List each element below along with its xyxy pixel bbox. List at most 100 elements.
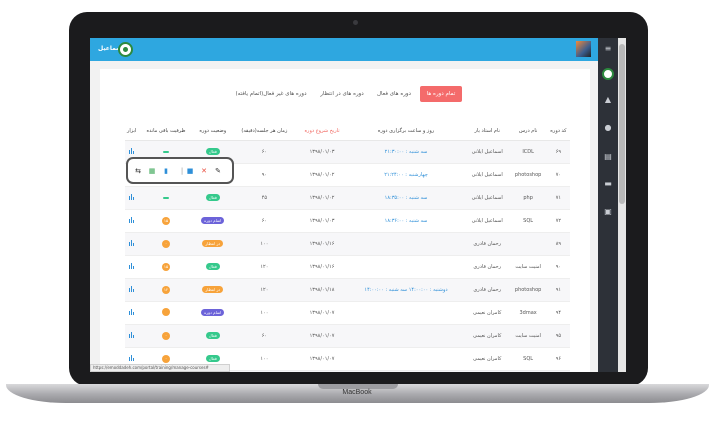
cell-duration: ۱۲۰ (231, 255, 298, 279)
cell-capacity: ۱۲ (138, 278, 194, 302)
cell-tools (125, 232, 139, 256)
cell-tools (125, 186, 139, 210)
cell-teacher: اسماعیل ایلانی (465, 209, 510, 233)
col-status: وضعیت دوره (193, 123, 232, 141)
cell-teacher: اسماعیل ایلانی (465, 140, 510, 164)
cell-course: php (509, 370, 547, 372)
sidebar-logo-icon[interactable] (602, 68, 614, 80)
graduation-cap-icon[interactable]: ▲ (602, 94, 614, 106)
cell-duration: ۱۰۰ (231, 347, 298, 371)
cell-teacher: رحمان قادری (465, 278, 510, 302)
capacity-badge: ۱۵ (162, 216, 171, 225)
cell-duration: ۱۰۰ (231, 370, 298, 372)
scrollbar[interactable] (618, 38, 626, 372)
cell-code: ۷۲ (546, 209, 570, 233)
col-tools: ابزار (125, 123, 139, 141)
camera (353, 20, 358, 25)
separator: | (180, 167, 184, 175)
cell-tools (125, 278, 139, 302)
cell-teacher: رحمان قادری (465, 232, 510, 256)
cell-capacity: ۰ (138, 324, 194, 348)
status-badge: اتمام دوره (201, 309, 225, 316)
chart-icon[interactable] (128, 147, 135, 154)
chart-icon[interactable] (128, 193, 135, 200)
menu-icon[interactable]: ≡ (602, 43, 614, 55)
cell-course: امنیت سایت (509, 255, 547, 279)
document-icon[interactable]: ▤ (602, 151, 614, 163)
cell-schedule (346, 255, 466, 279)
laptop-brand: MacBook (342, 389, 372, 396)
cell-tools (125, 255, 139, 279)
cell-teacher: کامران نعیمی (465, 301, 510, 325)
square-icon[interactable]: ■ (186, 167, 194, 175)
cell-tools (125, 209, 139, 233)
action-toolbar: ⇆ ▦ ▮ | ■ ✕ ✎ (126, 157, 234, 184)
cell-teacher: اسماعیل ایلانی (465, 186, 510, 210)
cell-course: photoshop (509, 163, 547, 187)
table-row: ۸۹ رحمان قادری ۱۳۹۸/۰۱/۱۶ ۱۰۰ در انتظار ۰ (125, 232, 570, 256)
cell-course: php (509, 186, 547, 210)
cell-status: اتمام دوره (193, 209, 232, 233)
cell-course (509, 232, 547, 256)
cell-start-date: ۱۳۹۸/۰۱/۱۶ (297, 255, 347, 279)
cell-course: ICDL (509, 140, 547, 164)
tab-active-courses[interactable]: دوره های فعال (372, 86, 416, 102)
chat-icon[interactable]: ▬ (602, 178, 614, 190)
tab-pending-courses[interactable]: دوره های در انتظار (314, 86, 370, 102)
site-logo[interactable] (118, 42, 133, 57)
capacity-badge (163, 196, 170, 199)
chart-icon[interactable] (128, 285, 135, 292)
spreadsheet-icon[interactable]: ▦ (148, 167, 156, 175)
cell-schedule: چهارشنبه : ۲۱:۲۴:۰۰ (346, 163, 466, 187)
chart-icon[interactable] (128, 239, 135, 246)
courses-card: تمام دوره ها دوره های فعال دوره های در ا… (100, 69, 590, 372)
cell-course: امنیت سایت (509, 324, 547, 348)
status-badge: اتمام دوره (201, 217, 225, 224)
capacity-badge (163, 150, 170, 153)
cell-status: در انتظار (193, 232, 232, 256)
chart-icon[interactable] (128, 331, 135, 338)
cell-code: ۷۰ (546, 163, 570, 187)
cell-start-date: ۱۳۹۸/۰۱/۰۲ (297, 186, 347, 210)
chart-icon[interactable]: ▮ (162, 167, 170, 175)
cell-code: ۹۱ (546, 278, 570, 302)
chart-icon[interactable] (128, 308, 135, 315)
archive-icon[interactable]: ▣ (602, 206, 614, 218)
chart-icon[interactable] (128, 216, 135, 223)
pencil-icon[interactable]: ✎ (214, 167, 222, 175)
cell-capacity: ۱۵ (138, 209, 194, 233)
tab-inactive-courses[interactable]: دوره های غیر فعال(اتمام یافته) (230, 86, 312, 102)
cell-start-date: ۱۳۹۸/۰۱/۰۳ (297, 140, 347, 164)
chart-icon[interactable] (128, 354, 135, 361)
cell-code: ۹۴ (546, 301, 570, 325)
tab-all-courses[interactable]: تمام دوره ها (420, 86, 462, 102)
cell-course: photoshop (509, 278, 547, 302)
capacity-badge: ۰ (162, 331, 171, 340)
status-badge: در انتظار (202, 286, 224, 293)
capacity-badge (162, 307, 171, 316)
avatar[interactable] (576, 41, 591, 57)
cell-duration: ۱۰۰ (231, 301, 298, 325)
col-code: کد دوره (546, 123, 570, 141)
col-start-date[interactable]: تاریخ شروع دوره (297, 123, 347, 141)
close-icon[interactable]: ✕ (200, 167, 208, 175)
cell-schedule (346, 301, 466, 325)
cell-schedule (346, 232, 466, 256)
table-row: ۷۲ SQL اسماعیل ایلانی سه شنبه : ۱۸:۳۶:۰۰ ۱۳۹… (125, 209, 570, 233)
table-row: ۹۵ امنیت سایت کامران نعیمی ۱۳۹۸/۰۱/۰۷ ۶۰ فعال… (125, 324, 570, 348)
course-tabs: تمام دوره ها دوره های فعال دوره های در ا… (100, 86, 590, 102)
status-badge: فعال (205, 263, 220, 270)
cell-start-date: ۱۳۹۸/۰۱/۱۸ (297, 278, 347, 302)
users-icon[interactable]: ● (602, 122, 614, 134)
cell-code: ۶۹ (546, 140, 570, 164)
table-row: ۹۴ 3dmax کامران نعیمی ۱۳۹۸/۰۱/۰۷ ۱۰۰ اتمام دو… (125, 301, 570, 325)
table-row: ۹۰ امنیت سایت رحمان قادری ۱۳۹۸/۰۱/۱۶ ۱۲۰ فعال… (125, 255, 570, 279)
scroll-thumb[interactable] (619, 44, 625, 204)
cell-start-date: ۱۳۹۸/۰۱/۰۷ (297, 370, 347, 372)
share-icon[interactable]: ⇆ (134, 167, 142, 175)
status-badge: فعال (205, 194, 220, 201)
capacity-badge: ۱۲ (162, 285, 171, 294)
chart-icon[interactable] (128, 262, 135, 269)
screen: اسماعیل ▾ ≡ ▲ ● ▤ ▬ ▣ تمام دوره ها دوره … (90, 38, 626, 372)
cell-status: فعال (193, 255, 232, 279)
